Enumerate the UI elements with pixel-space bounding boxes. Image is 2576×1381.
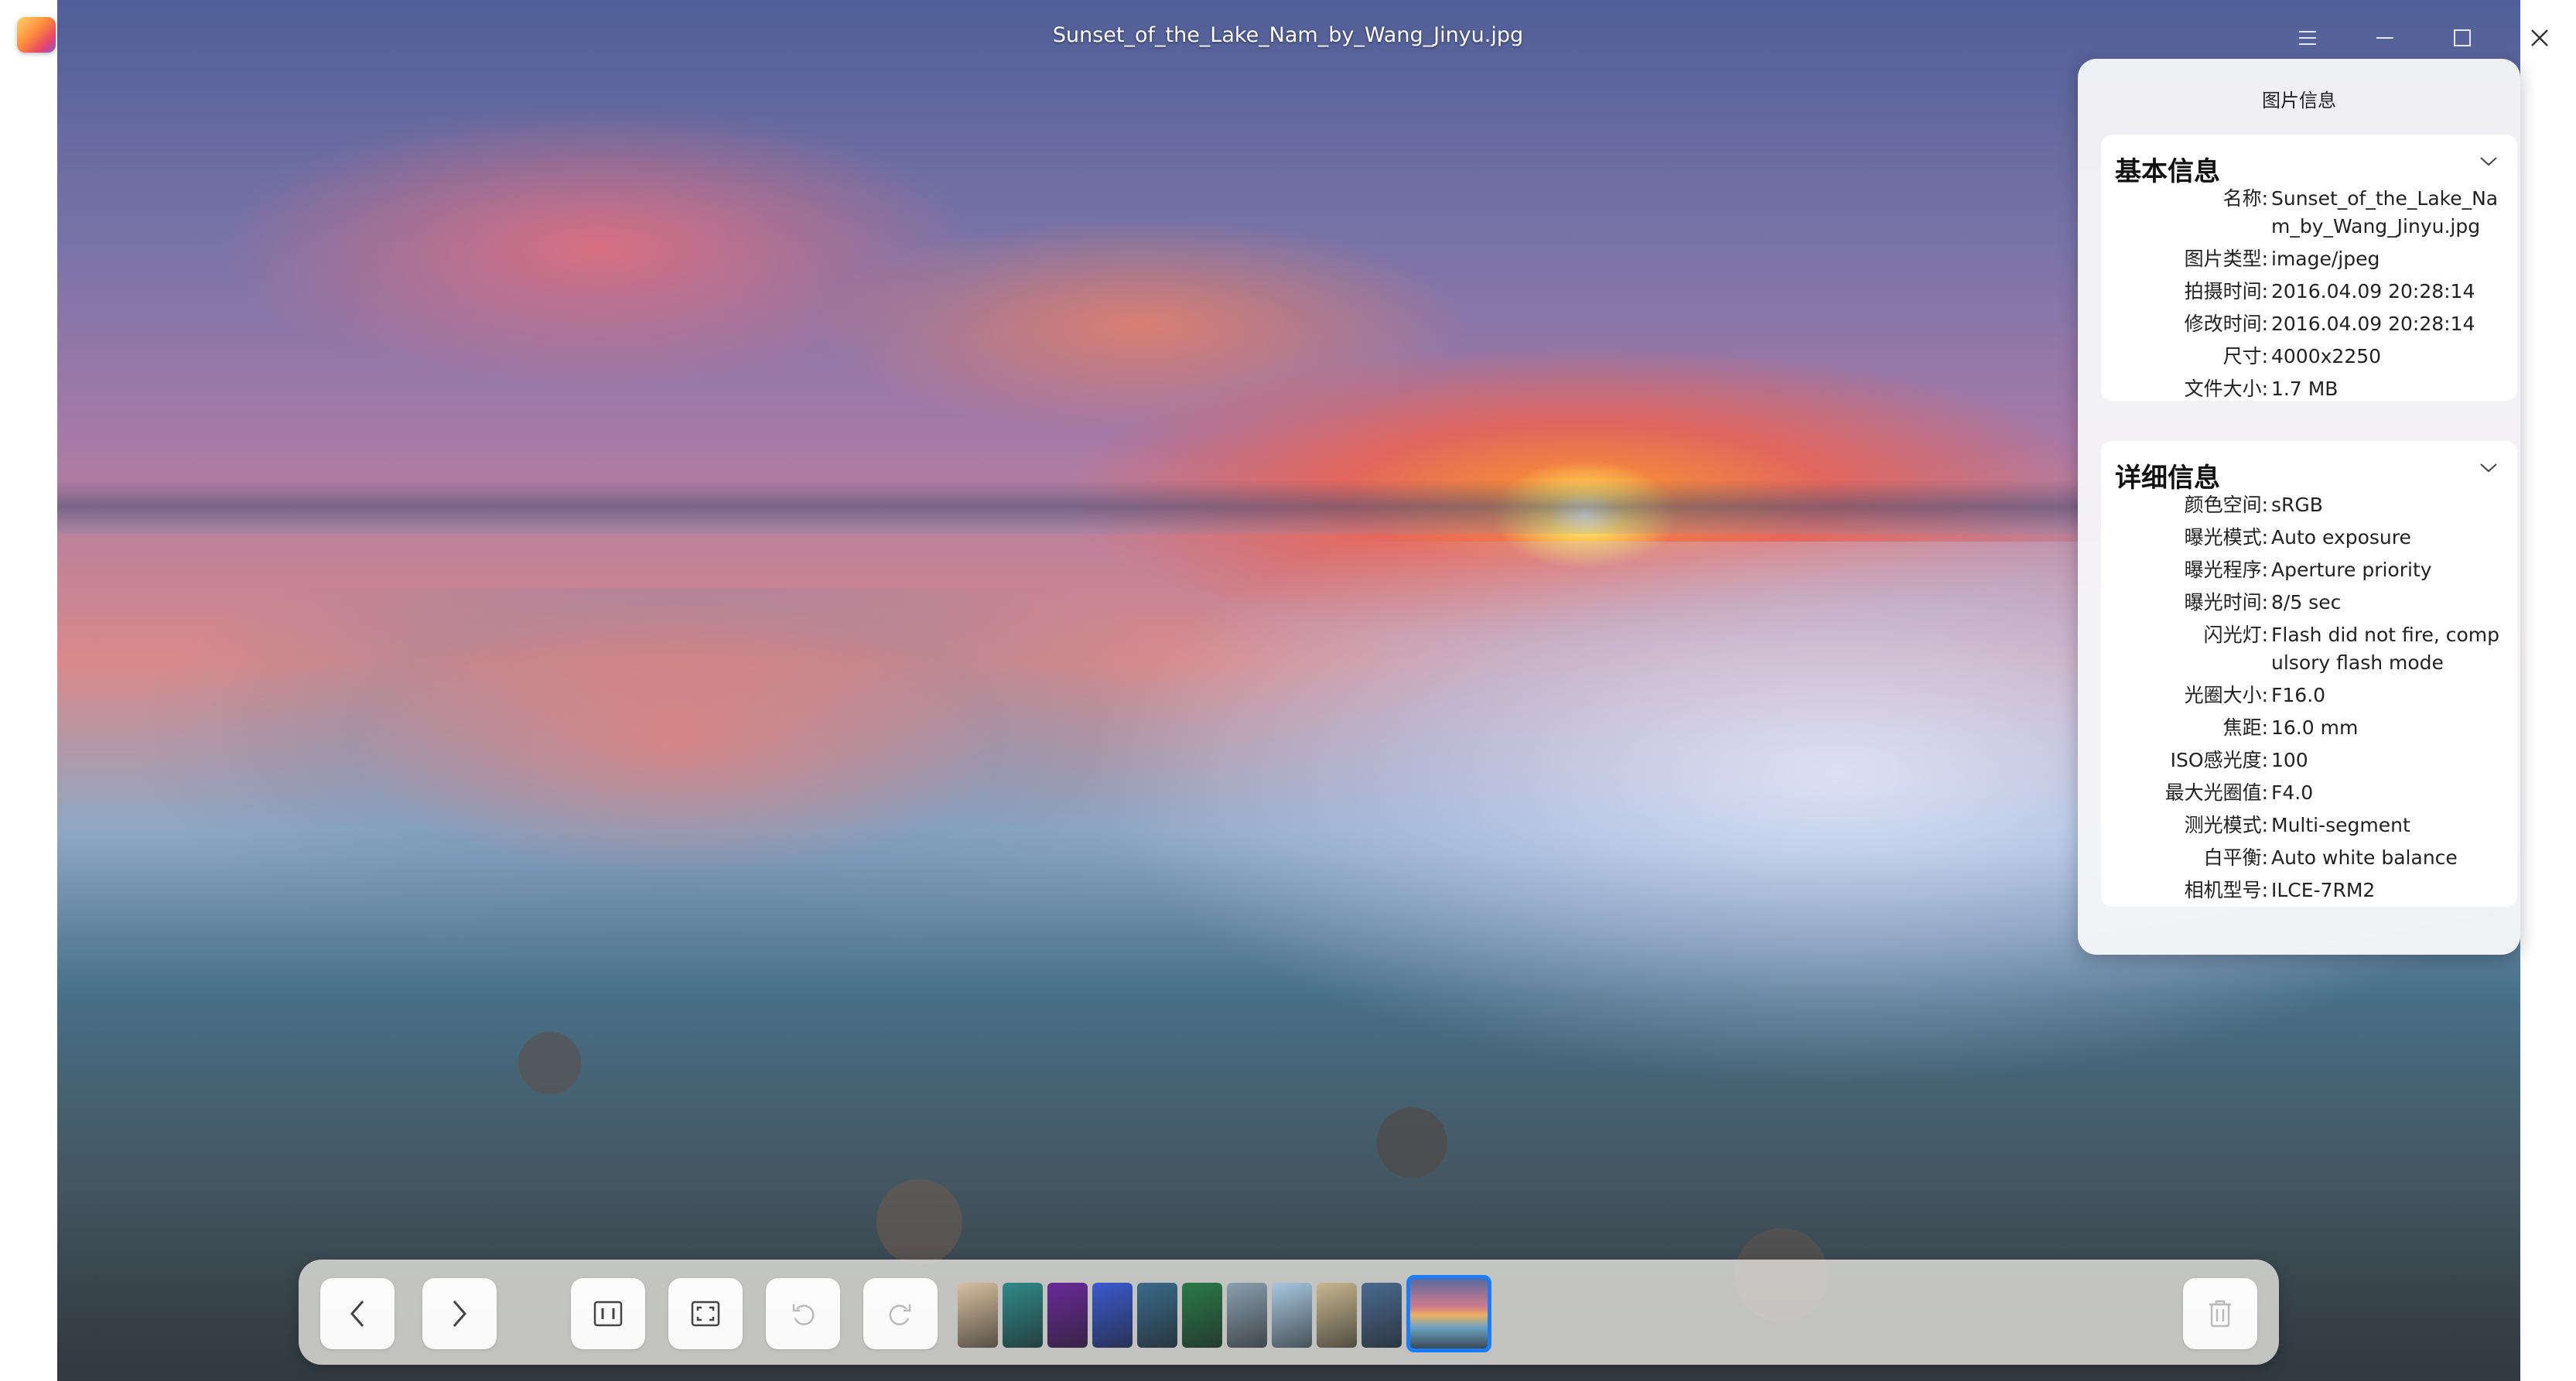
close-icon[interactable] — [2520, 19, 2559, 57]
info-row-exposure-time: 曝光时间: 8/5 sec — [2184, 591, 2342, 614]
menu-icon[interactable] — [2288, 19, 2327, 57]
minimize-icon[interactable] — [2366, 19, 2404, 57]
thumbnail-item[interactable] — [1137, 1283, 1177, 1348]
thumbnail-item[interactable] — [1227, 1283, 1267, 1348]
thumbnail-item[interactable] — [1092, 1283, 1133, 1348]
previous-button[interactable] — [320, 1278, 395, 1349]
info-row-metering-mode: 测光模式: Multi-segment — [2184, 814, 2410, 836]
thumbnail-item[interactable] — [1003, 1283, 1043, 1348]
basic-info-section: 基本信息 名称: Sunset_of_the_Lake_Nam_by_Wang_J… — [2101, 135, 2517, 401]
thumbnail-item[interactable] — [958, 1283, 998, 1348]
info-row-dimensions: 尺寸: 4000x2250 — [2222, 345, 2382, 367]
next-icon — [453, 1301, 466, 1327]
info-row-modified-time: 修改时间: 2016.04.09 20:28:14 — [2184, 313, 2475, 335]
info-row-exposure-mode: 曝光模式: Auto exposure — [2184, 526, 2411, 549]
info-row-white-balance: 白平衡: Auto white balance — [2203, 846, 2458, 869]
delete-icon — [2209, 1300, 2231, 1328]
info-row-type: 图片类型: image/jpeg — [2184, 248, 2380, 270]
image-info-panel: 图片信息 基本信息 名称: Sunset_of_the_Lake_Nam_by_W… — [2078, 59, 2520, 955]
thumbnail-item[interactable] — [1317, 1283, 1357, 1348]
info-row-name: 名称: Sunset_of_the_Lake_Nam_by_Wang_Jinyu.… — [2222, 187, 2499, 238]
delete-button[interactable] — [2183, 1278, 2257, 1349]
info-panel-title: 图片信息 — [2262, 90, 2336, 111]
thumbnail-item[interactable] — [1272, 1283, 1312, 1348]
next-button[interactable] — [422, 1278, 497, 1349]
info-row-file-size: 文件大小: 1.7 MB — [2184, 378, 2339, 400]
thumbnail-item[interactable] — [1406, 1275, 1491, 1352]
rotate-left-button[interactable] — [766, 1278, 840, 1349]
thumbnail-item[interactable] — [1047, 1283, 1088, 1348]
bottom-toolbar — [299, 1260, 2279, 1365]
thumbnail-item[interactable] — [1182, 1283, 1222, 1348]
maximize-icon[interactable] — [2443, 19, 2482, 57]
info-row-iso: ISO感光度: 100 — [2170, 749, 2308, 771]
info-row-flash: 闪光灯: Flash did not fire, compulsory flash… — [2203, 624, 2499, 674]
info-row-max-aperture: 最大光圈值: F4.0 — [2164, 781, 2314, 804]
fit-window-icon — [691, 1301, 720, 1327]
thumbnail-item[interactable] — [1361, 1283, 1402, 1348]
rotate-left-icon — [792, 1304, 815, 1325]
fit-window-button[interactable] — [668, 1278, 743, 1349]
original-size-icon — [593, 1301, 623, 1327]
original-size-button[interactable] — [571, 1278, 645, 1349]
info-row-focal-length: 焦距: 16.0 mm — [2222, 716, 2359, 739]
chevron-down-icon[interactable] — [2479, 458, 2499, 478]
chevron-down-icon[interactable] — [2479, 152, 2499, 172]
previous-icon — [350, 1301, 364, 1327]
rotate-right-button[interactable] — [863, 1278, 938, 1349]
rotate-right-icon — [889, 1304, 911, 1325]
info-row-camera-model: 相机型号: ILCE-7RM2 — [2184, 879, 2376, 901]
info-row-color-space: 颜色空间: sRGB — [2184, 494, 2323, 516]
info-row-shot-time: 拍摄时间: 2016.04.09 20:28:14 — [2184, 280, 2475, 303]
info-row-exposure-program: 曝光程序: Aperture priority — [2184, 559, 2432, 581]
window-title: Sunset_of_the_Lake_Nam_by_Wang_Jinyu.jpg — [1052, 23, 1524, 47]
detail-info-section: 详细信息 颜色空间: sRGB 曝光模式: Auto exposure 曝光程序: A… — [2101, 441, 2517, 907]
info-row-aperture: 光圈大小: F16.0 — [2184, 684, 2326, 706]
